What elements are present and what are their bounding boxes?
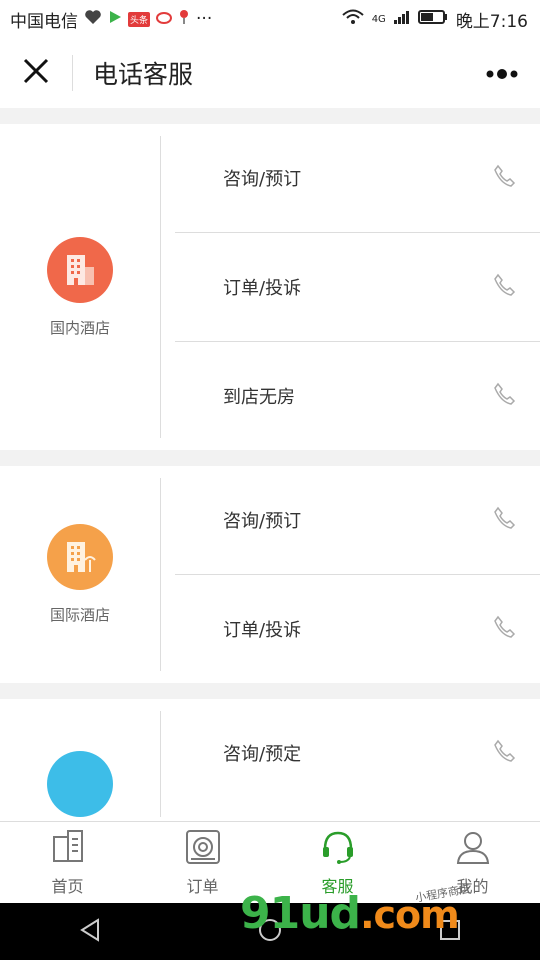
- back-icon[interactable]: [78, 917, 102, 946]
- service-label: 订单/投诉: [223, 620, 302, 641]
- nav-divider: [72, 55, 73, 91]
- page-title: 电话客服: [93, 60, 194, 89]
- order-icon: [185, 829, 221, 869]
- service-list: 国内酒店 咨询/预订 订单/投诉 到店无房 国际酒店 咨询/预订 订单/投诉 咨…: [0, 108, 540, 821]
- tab-home[interactable]: 首页: [0, 822, 135, 904]
- third-category-icon: [47, 751, 113, 817]
- domestic-hotel-icon: [47, 236, 113, 303]
- more-dots-icon: [486, 64, 518, 83]
- service-row[interactable]: 咨询/预订: [175, 124, 540, 233]
- phone-icon: [492, 382, 516, 410]
- weibo-icon: [156, 9, 173, 29]
- section-international-hotel: 国际酒店 咨询/预订 订单/投诉: [0, 466, 540, 683]
- service-row[interactable]: 咨询/预定: [175, 699, 540, 807]
- home-icon: [50, 829, 86, 869]
- phone-icon: [492, 739, 516, 767]
- signal-icon: [393, 9, 410, 29]
- clock: 晚上7:16: [455, 11, 528, 32]
- category-label: 国内酒店: [49, 318, 110, 337]
- service-row[interactable]: 订单/投诉: [175, 575, 540, 683]
- category-label: 国际酒店: [49, 606, 110, 624]
- category-third: [0, 711, 161, 817]
- play-icon: [108, 9, 122, 29]
- close-button[interactable]: [0, 38, 72, 108]
- category-domestic: 国内酒店: [0, 136, 161, 438]
- international-hotel-icon: [47, 524, 113, 590]
- category-international: 国际酒店: [0, 478, 161, 671]
- service-label: 订单/投诉: [223, 278, 302, 299]
- battery-icon: [417, 9, 448, 29]
- service-row[interactable]: 订单/投诉: [175, 233, 540, 342]
- phone-icon: [492, 506, 516, 534]
- service-label: 到店无房: [223, 387, 295, 408]
- service-label: 咨询/预定: [223, 744, 302, 765]
- watermark-main: 91ud: [240, 888, 361, 939]
- section-third-category: 咨询/预定: [0, 699, 540, 821]
- user-icon: [455, 829, 491, 869]
- heart-icon: [84, 9, 102, 30]
- phone-icon: [492, 615, 516, 643]
- nav-bar: 电话客服: [0, 38, 540, 108]
- section-domestic-hotel: 国内酒店 咨询/预订 订单/投诉 到店无房: [0, 124, 540, 450]
- network-type: 4G: [371, 13, 386, 25]
- headset-icon: [320, 829, 356, 869]
- location-icon: [178, 9, 190, 30]
- more-notifications: ···: [196, 9, 213, 29]
- more-button[interactable]: [484, 55, 520, 91]
- news-badge: 头条: [128, 11, 151, 27]
- carrier-label: 中国电信: [10, 11, 78, 32]
- service-label: 咨询/预订: [223, 169, 302, 190]
- close-icon: [23, 58, 49, 88]
- status-bar: 中国电信 头条 ··· 4G 晚上7:16: [0, 0, 540, 38]
- tab-label: 首页: [51, 877, 84, 896]
- service-row[interactable]: 到店无房: [175, 342, 540, 450]
- service-row[interactable]: 咨询/预订: [175, 466, 540, 575]
- tab-label: 订单: [186, 877, 219, 896]
- service-label: 咨询/预订: [223, 511, 302, 532]
- phone-icon: [492, 273, 516, 301]
- phone-icon: [492, 164, 516, 192]
- wifi-icon: [342, 9, 364, 30]
